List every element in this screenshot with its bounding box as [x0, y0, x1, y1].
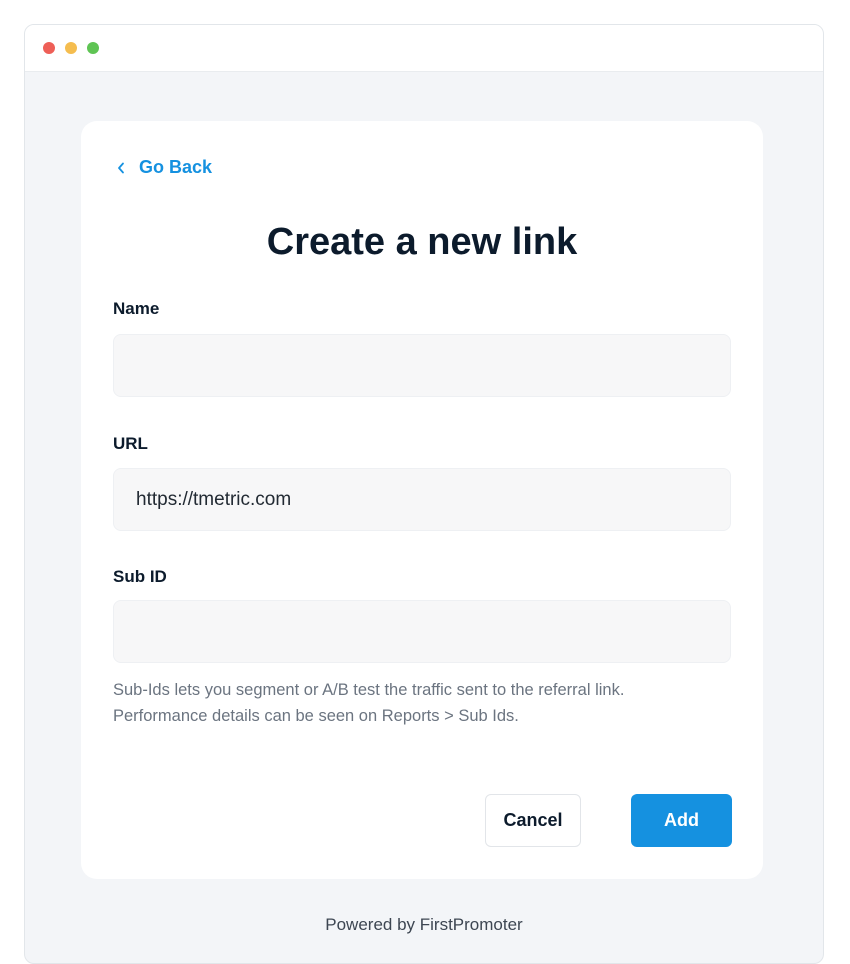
sub-id-input[interactable]	[113, 600, 731, 663]
sub-id-field-label: Sub ID	[113, 567, 167, 586]
create-link-card: Go Back Create a new link Name URL Sub I…	[81, 121, 763, 879]
close-window-dot[interactable]	[43, 42, 55, 54]
url-input[interactable]	[113, 468, 731, 531]
sub-id-help-text: Sub-Ids lets you segment or A/B test the…	[113, 677, 733, 729]
page-title: Create a new link	[266, 221, 578, 263]
go-back-label: Go Back	[139, 157, 213, 177]
add-button[interactable]: Add	[631, 794, 732, 847]
name-field-label: Name	[113, 299, 160, 318]
name-input[interactable]	[113, 334, 731, 397]
browser-window: Go Back Create a new link Name URL Sub I…	[24, 24, 824, 964]
maximize-window-dot[interactable]	[87, 42, 99, 54]
url-field-label: URL	[113, 434, 148, 453]
help-text-line-2: Performance details can be seen on Repor…	[113, 707, 519, 725]
minimize-window-dot[interactable]	[65, 42, 77, 54]
chevron-left-icon	[117, 162, 125, 174]
window-titlebar	[25, 25, 823, 72]
cancel-button[interactable]: Cancel	[485, 794, 581, 847]
help-text-line-1: Sub-Ids lets you segment or A/B test the…	[113, 681, 625, 699]
powered-by-footer: Powered by FirstPromoter	[325, 915, 523, 934]
go-back-link[interactable]: Go Back	[117, 157, 212, 178]
